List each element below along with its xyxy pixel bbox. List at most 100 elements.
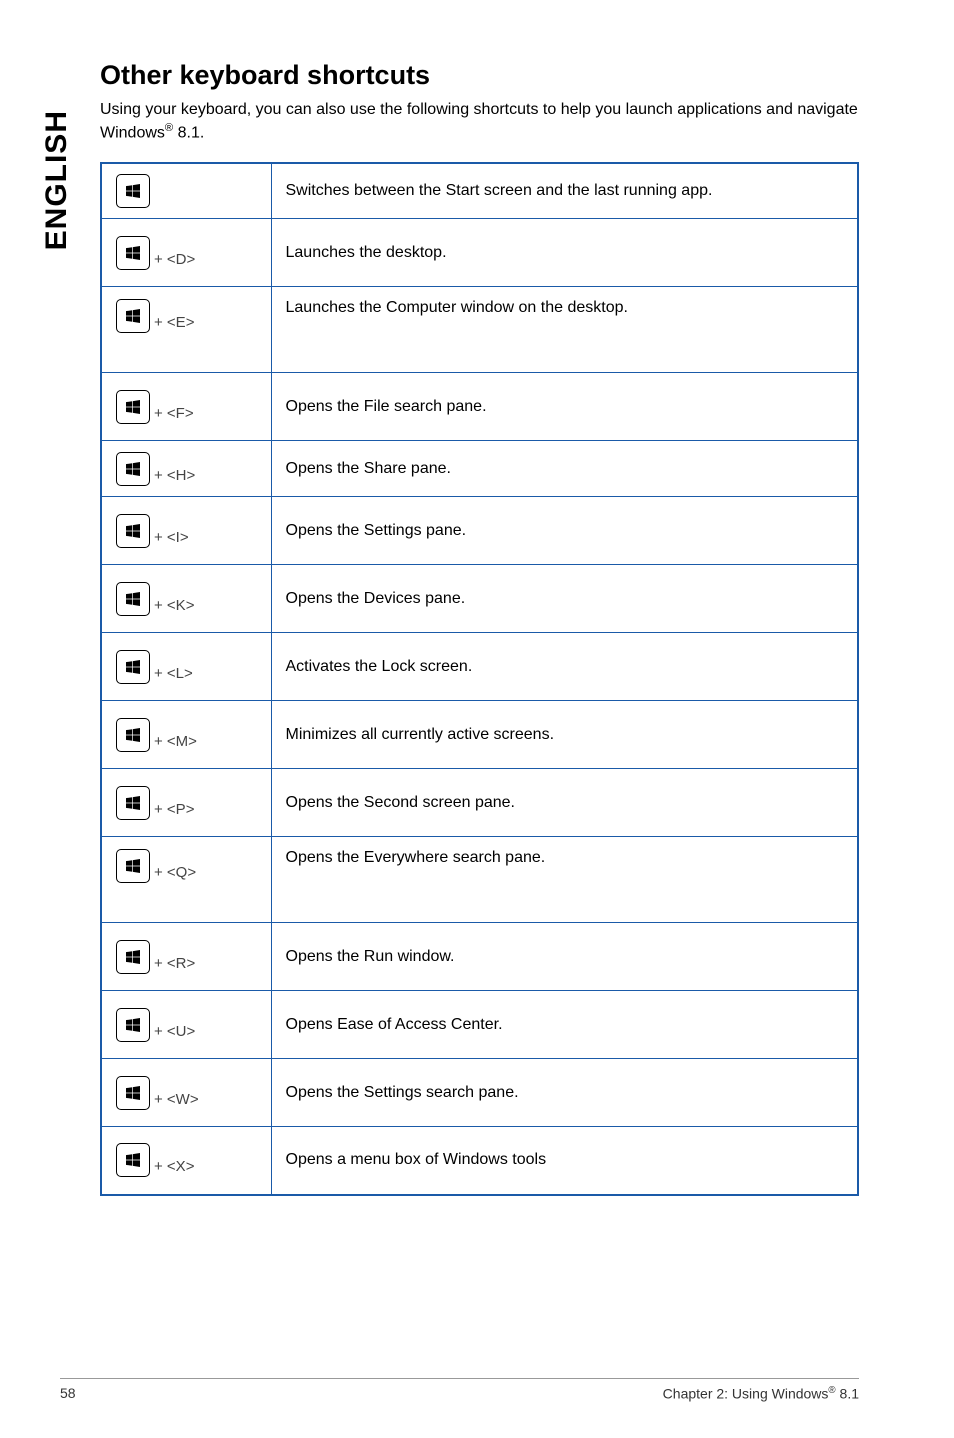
shortcuts-table: Switches between the Start screen and th… (100, 162, 859, 1196)
key-suffix: + <U> (154, 1023, 195, 1040)
key-combo: + <P> (116, 786, 194, 820)
chapter-registered: ® (828, 1385, 835, 1396)
table-row: + <I> Opens the Settings pane. (101, 497, 858, 565)
key-suffix: + <L> (154, 665, 193, 682)
key-combo: + <L> (116, 650, 193, 684)
table-row: Switches between the Start screen and th… (101, 163, 858, 219)
key-combo (116, 174, 154, 208)
windows-key-icon (116, 236, 150, 270)
table-row: + <U> Opens Ease of Access Center. (101, 991, 858, 1059)
key-combo: + <X> (116, 1143, 194, 1177)
windows-key-icon (116, 514, 150, 548)
shortcut-description: Opens the Run window. (271, 923, 858, 991)
table-row: + <W> Opens the Settings search pane. (101, 1059, 858, 1127)
windows-key-icon (116, 1143, 150, 1177)
shortcut-description: Opens the Everywhere search pane. (271, 837, 858, 923)
key-combo: + <E> (116, 299, 194, 333)
shortcut-description: Minimizes all currently active screens. (271, 701, 858, 769)
key-combo: + <K> (116, 582, 194, 616)
windows-key-icon (116, 1076, 150, 1110)
key-suffix: + <K> (154, 597, 194, 614)
shortcut-description: Opens a menu box of Windows tools (271, 1127, 858, 1195)
shortcut-key-cell: + <M> (101, 701, 271, 769)
intro-part-a: Using your keyboard, you can also use th… (100, 101, 858, 141)
key-suffix: + <Q> (154, 864, 196, 881)
shortcut-key-cell: + <L> (101, 633, 271, 701)
key-combo: + <D> (116, 236, 195, 270)
intro-part-b: 8.1. (173, 124, 204, 141)
shortcut-key-cell: + <Q> (101, 837, 271, 923)
windows-key-icon (116, 849, 150, 883)
shortcut-description: Opens the Second screen pane. (271, 769, 858, 837)
table-row: + <Q> Opens the Everywhere search pane. (101, 837, 858, 923)
table-row: + <P> Opens the Second screen pane. (101, 769, 858, 837)
language-side-label: ENGLISH (40, 110, 74, 250)
windows-key-icon (116, 1008, 150, 1042)
windows-key-icon (116, 452, 150, 486)
page-footer: 58 Chapter 2: Using Windows® 8.1 (60, 1378, 859, 1402)
shortcut-description: Opens the Share pane. (271, 441, 858, 497)
table-row: + <F> Opens the File search pane. (101, 373, 858, 441)
table-row: + <R> Opens the Run window. (101, 923, 858, 991)
key-suffix: + <D> (154, 251, 195, 268)
key-suffix: + <H> (154, 467, 195, 484)
key-suffix: + <F> (154, 405, 194, 422)
chapter-label: Chapter 2: Using Windows® 8.1 (663, 1385, 859, 1402)
key-combo: + <W> (116, 1076, 199, 1110)
key-suffix: + <W> (154, 1091, 199, 1108)
windows-key-icon (116, 174, 150, 208)
table-row: + <D> Launches the desktop. (101, 219, 858, 287)
intro-paragraph: Using your keyboard, you can also use th… (100, 99, 859, 144)
table-row: + <L> Activates the Lock screen. (101, 633, 858, 701)
shortcut-key-cell: + <P> (101, 769, 271, 837)
shortcut-description: Opens the Settings search pane. (271, 1059, 858, 1127)
table-row: + <K> Opens the Devices pane. (101, 565, 858, 633)
table-row: + <H> Opens the Share pane. (101, 441, 858, 497)
chapter-part-b: 8.1 (836, 1386, 859, 1402)
shortcut-key-cell: + <W> (101, 1059, 271, 1127)
shortcut-key-cell: + <K> (101, 565, 271, 633)
key-suffix: + <E> (154, 314, 194, 331)
key-suffix: + <X> (154, 1158, 194, 1175)
section-heading: Other keyboard shortcuts (100, 60, 859, 91)
shortcut-key-cell: + <D> (101, 219, 271, 287)
shortcut-description: Launches the Computer window on the desk… (271, 287, 858, 373)
shortcut-description: Opens the Settings pane. (271, 497, 858, 565)
shortcut-key-cell (101, 163, 271, 219)
shortcut-description: Launches the desktop. (271, 219, 858, 287)
intro-registered: ® (165, 122, 173, 134)
key-combo: + <Q> (116, 849, 196, 883)
key-combo: + <H> (116, 452, 195, 486)
windows-key-icon (116, 786, 150, 820)
shortcut-key-cell: + <H> (101, 441, 271, 497)
windows-key-icon (116, 390, 150, 424)
key-combo: + <M> (116, 718, 197, 752)
page-number: 58 (60, 1385, 76, 1402)
shortcut-key-cell: + <I> (101, 497, 271, 565)
shortcut-description: Opens Ease of Access Center. (271, 991, 858, 1059)
key-combo: + <R> (116, 940, 195, 974)
windows-key-icon (116, 940, 150, 974)
windows-key-icon (116, 582, 150, 616)
key-combo: + <F> (116, 390, 194, 424)
table-row: + <E> Launches the Computer window on the… (101, 287, 858, 373)
shortcut-description: Switches between the Start screen and th… (271, 163, 858, 219)
windows-key-icon (116, 650, 150, 684)
key-combo: + <U> (116, 1008, 195, 1042)
shortcut-key-cell: + <U> (101, 991, 271, 1059)
shortcut-description: Activates the Lock screen. (271, 633, 858, 701)
shortcut-description: Opens the Devices pane. (271, 565, 858, 633)
key-suffix: + <P> (154, 801, 194, 818)
shortcut-key-cell: + <E> (101, 287, 271, 373)
key-suffix: + <M> (154, 733, 197, 750)
table-row: + <M> Minimizes all currently active scre… (101, 701, 858, 769)
chapter-part-a: Chapter 2: Using Windows (663, 1386, 829, 1402)
shortcut-description: Opens the File search pane. (271, 373, 858, 441)
shortcut-key-cell: + <X> (101, 1127, 271, 1195)
windows-key-icon (116, 718, 150, 752)
shortcut-key-cell: + <F> (101, 373, 271, 441)
table-row: + <X> Opens a menu box of Windows tools (101, 1127, 858, 1195)
key-combo: + <I> (116, 514, 189, 548)
windows-key-icon (116, 299, 150, 333)
key-suffix: + <I> (154, 529, 189, 546)
